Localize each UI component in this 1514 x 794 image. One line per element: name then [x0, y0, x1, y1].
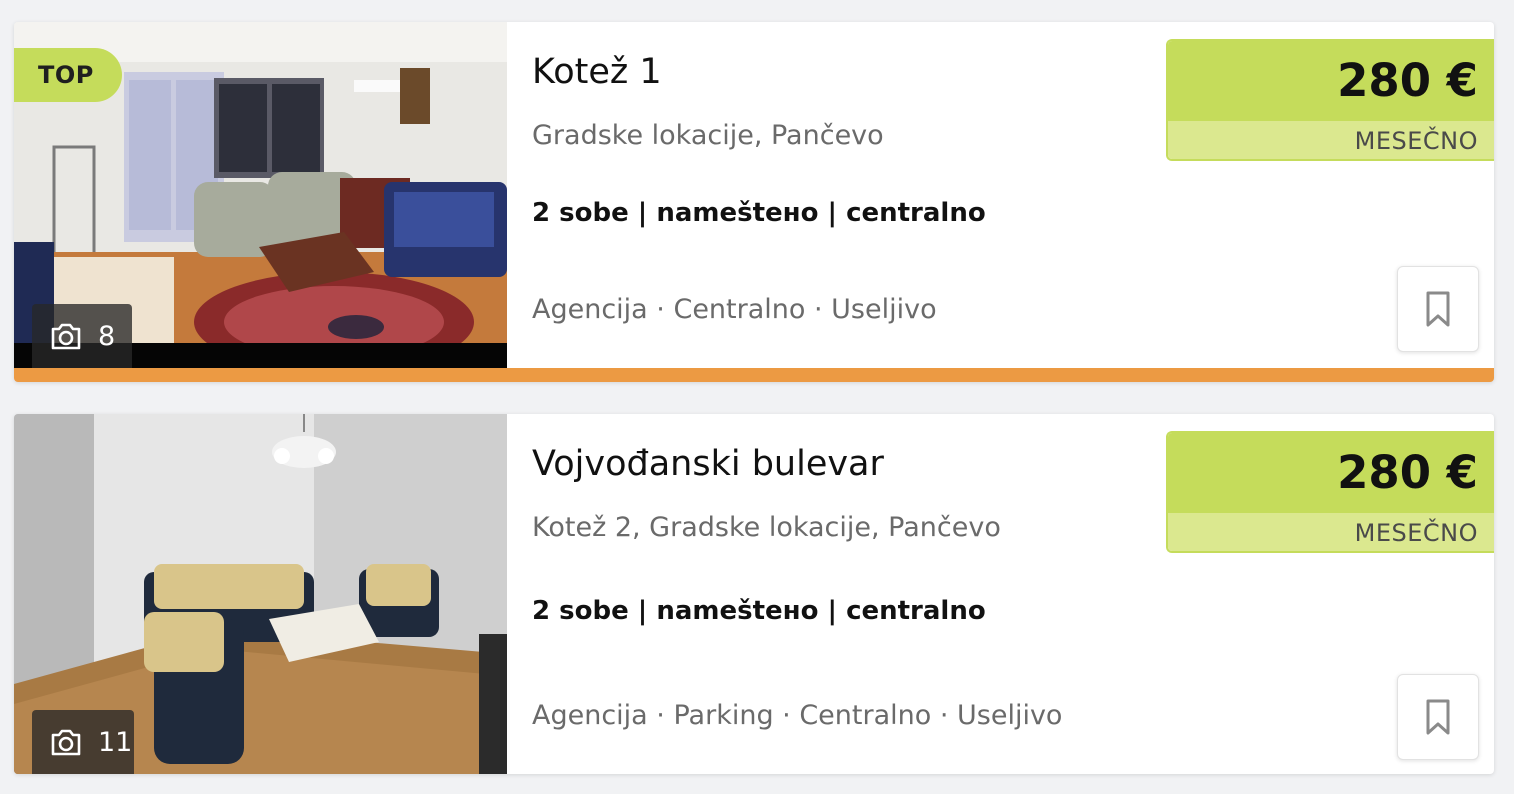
camera-icon [51, 729, 81, 756]
listing-photo[interactable]: 11 [14, 414, 507, 774]
camera-icon [51, 323, 81, 350]
listing-tags: Agencija · Parking · Centralno · Useljiv… [532, 700, 1063, 731]
price-period: MESEČNO [1168, 513, 1494, 551]
save-listing-button[interactable] [1397, 674, 1479, 760]
price-value: 280 € [1168, 433, 1494, 513]
bookmark-icon [1426, 699, 1450, 735]
listing-card[interactable]: 11 Vojvođanski bulevar Kotež 2, Gradske … [14, 414, 1494, 774]
price-box: 280 € MESEČNO [1166, 39, 1494, 161]
price-period: MESEČNO [1168, 121, 1494, 159]
listing-title[interactable]: Vojvođanski bulevar [532, 444, 884, 484]
listing-location: Kotež 2, Gradske lokacije, Pančevo [532, 512, 1001, 543]
photo-count-value: 8 [98, 320, 116, 352]
listing-specs: 2 sobe | nameštено | centralno [532, 198, 986, 228]
listing-photo[interactable]: TOP 8 [14, 22, 507, 368]
photo-count-value: 11 [98, 726, 133, 758]
top-badge: TOP [14, 48, 122, 102]
price-box: 280 € MESEČNO [1166, 431, 1494, 553]
listing-location: Gradske lokacije, Pančevo [532, 120, 884, 151]
listing-card[interactable]: TOP 8 Kotež 1 Gradske lokacije, Pančevo … [14, 22, 1494, 382]
listing-title[interactable]: Kotež 1 [532, 52, 662, 92]
listing-tags: Agencija · Centralno · Useljivo [532, 294, 937, 325]
photo-count[interactable]: 11 [32, 710, 134, 774]
listing-list: TOP 8 Kotež 1 Gradske lokacije, Pančevo … [0, 0, 1514, 794]
photo-count[interactable]: 8 [32, 304, 132, 368]
save-listing-button[interactable] [1397, 266, 1479, 352]
price-value: 280 € [1168, 41, 1494, 121]
listing-specs: 2 sobe | nameštено | centralno [532, 596, 986, 626]
bookmark-icon [1426, 291, 1450, 327]
